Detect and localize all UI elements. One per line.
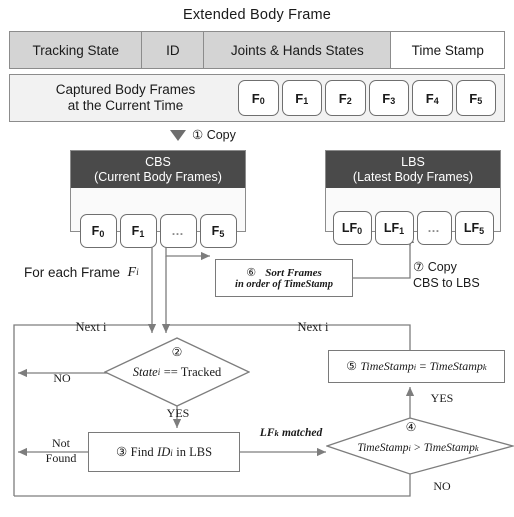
assign-timestamp-step: ⑤ TimeStamp i = TimeStamp k: [328, 350, 505, 383]
page-title: Extended Body Frame: [182, 6, 332, 23]
frame-box: F3: [368, 80, 409, 116]
lbs-subtitle: (Latest Body Frames): [352, 169, 474, 184]
decision-state-no-label: NO: [53, 371, 71, 386]
copy-cbs-to-lbs-line2: CBS to LBS: [413, 276, 480, 291]
cbs-frame-box: F0: [79, 213, 117, 248]
table-cell-id: ID: [142, 32, 205, 68]
sort-frames-step: ⑥ Sort Frames in order of TimeStamp: [215, 259, 353, 297]
decision-state-expression: State i == Tracked: [132, 364, 222, 379]
down-triangle-icon: [170, 129, 186, 141]
copy-step-1: ① Copy: [170, 127, 310, 143]
cbs-body: F0 F1 … F5: [71, 188, 245, 268]
lbs-frame-box: LF 0: [332, 211, 372, 245]
not-found-label: Not Found: [45, 436, 77, 465]
frame-box: F5: [455, 80, 496, 116]
captured-label-line2: at the Current Time: [67, 98, 184, 113]
cbs-frame-box: F1: [119, 213, 157, 248]
frame-box: F0: [238, 80, 279, 116]
cbs-subtitle: (Current Body Frames): [94, 169, 222, 184]
cbs-frame-box: F5: [199, 213, 237, 248]
captured-label-line1: Captured Body Frames: [55, 82, 196, 98]
decision-state-tracked: ② State i == Tracked: [104, 337, 250, 407]
decision-timestamp-compare: ④ TimeStamp i > TimeStamp k: [326, 417, 514, 475]
decision-timestamp-no-label: NO: [433, 479, 451, 494]
copy-cbs-to-lbs-step: ⑦ Copy CBS to LBS: [413, 260, 480, 291]
lbs-frames-row: LF 0 LF 1 … LF 5: [332, 211, 494, 245]
captured-frames-row: F0 F1 F2 F3 F4 F5: [238, 80, 496, 116]
frame-box: F4: [412, 80, 453, 116]
sort-step-line2: in order of TimeStamp: [235, 279, 333, 290]
table-cell-tracking-state: Tracking State: [10, 32, 143, 68]
cbs-frame-ellipsis: …: [159, 213, 197, 248]
copy-step-1-marker: ①: [192, 127, 204, 142]
next-i-label-right: Next i: [297, 319, 329, 334]
cbs-title: CBS: [145, 155, 171, 170]
frame-box: F2: [325, 80, 366, 116]
decision-state-marker: ②: [171, 345, 183, 359]
frame-box: F1: [281, 80, 322, 116]
lbs-header: LBS (Latest Body Frames): [326, 151, 500, 188]
table-cell-joints-hands-states: Joints & Hands States: [204, 32, 392, 68]
flowchart-diagram: Extended Body Frame Tracking State ID Jo…: [0, 0, 514, 517]
lbs-title: LBS: [401, 155, 425, 170]
find-id-in-lbs-step: ③ Find ID i in LBS: [88, 432, 240, 472]
lbs-frame-ellipsis: …: [416, 211, 452, 245]
lbs-store: LBS (Latest Body Frames) LF 0 LF 1 … LF 5: [325, 150, 501, 245]
extended-body-frame-table: Tracking State ID Joints & Hands States …: [9, 31, 505, 69]
lbs-frame-box: LF 1: [374, 211, 414, 245]
captured-body-frames-label: Captured Body Frames at the Current Time: [18, 78, 233, 118]
table-cell-time-stamp: Time Stamp: [391, 32, 504, 68]
decision-timestamp-expression: TimeStamp i > TimeStamp k: [357, 442, 479, 454]
decision-timestamp-marker: ④: [405, 420, 417, 434]
sort-step-line1: ⑥ Sort Frames: [246, 267, 322, 279]
for-each-frame-label: For each Frame Fi: [24, 264, 139, 281]
next-i-label-left: Next i: [75, 319, 107, 334]
lbs-frame-box: LF 5: [454, 211, 494, 245]
decision-timestamp-yes-label: YES: [430, 391, 454, 406]
cbs-frames-row: F0 F1 … F5: [79, 213, 237, 248]
cbs-header: CBS (Current Body Frames): [71, 151, 245, 188]
lbs-body: LF 0 LF 1 … LF 5: [326, 188, 500, 268]
copy-step-1-label: Copy: [206, 127, 236, 142]
cbs-store: CBS (Current Body Frames) F0 F1 … F5: [70, 150, 246, 248]
decision-state-yes-label: YES: [166, 406, 190, 421]
